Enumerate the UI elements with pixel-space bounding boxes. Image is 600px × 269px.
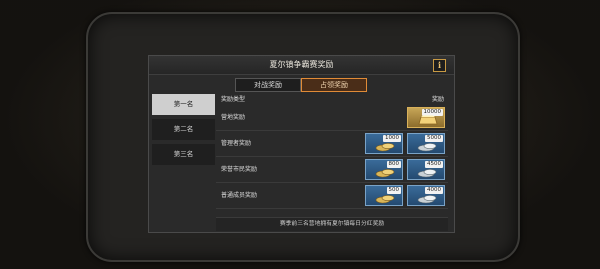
gold-coins-icon: [375, 195, 395, 204]
rank-sidebar: 第一名 第二名 第三名: [152, 94, 215, 214]
bonus-note: 赛季前三名营地拥有夏尔镇每日分红奖励: [216, 217, 448, 231]
row-label: 营地奖励: [221, 114, 246, 121]
silver-coins-icon: [417, 195, 437, 204]
table-row-honor-citizen: 荣誉市民奖励 800 4500: [216, 157, 448, 183]
row-label: 管理者奖励: [221, 140, 252, 147]
silver-coins-icon: [417, 169, 437, 178]
reward-table: 奖励类型 奖励 营地奖励 10000 管理者奖励 1000 5000 荣誉市民奖…: [216, 94, 448, 214]
tab-occupation-rewards[interactable]: 占领奖励: [301, 78, 367, 92]
table-row-manager: 管理者奖励 1000 5000: [216, 131, 448, 157]
reward-slot-gold-coins[interactable]: 1000: [365, 133, 403, 154]
rank-item-third[interactable]: 第三名: [152, 144, 215, 165]
reward-slot-silver-coins[interactable]: 5000: [407, 133, 445, 154]
header-reward-type: 奖励类型: [221, 96, 246, 103]
silver-coins-icon: [417, 143, 437, 152]
gold-bar-icon: [418, 115, 438, 125]
rank-item-first[interactable]: 第一名: [152, 94, 215, 115]
reward-slot-silver-coins[interactable]: 4000: [407, 185, 445, 206]
rewards-panel: 夏尔镇争霸赛奖励 i 对战奖励 占领奖励 第一名 第二名 第三名 奖励类型 奖励…: [148, 55, 455, 233]
reward-slot-gold-coins[interactable]: 800: [365, 159, 403, 180]
reward-slot-gold-bar[interactable]: 10000: [407, 107, 445, 128]
table-header: 奖励类型 奖励: [216, 94, 448, 105]
table-row-camp: 营地奖励 10000: [216, 105, 448, 131]
row-label: 普通成员奖励: [221, 192, 258, 199]
reward-slot-silver-coins[interactable]: 4500: [407, 159, 445, 180]
header-reward: 奖励: [431, 96, 444, 103]
row-label: 荣誉市民奖励: [221, 166, 258, 173]
gold-coins-icon: [375, 169, 395, 178]
info-button[interactable]: i: [433, 59, 446, 72]
panel-title: 夏尔镇争霸赛奖励: [149, 56, 454, 75]
rank-item-second[interactable]: 第二名: [152, 119, 215, 140]
reward-slot-gold-coins[interactable]: 500: [365, 185, 403, 206]
tab-battle-rewards[interactable]: 对战奖励: [235, 78, 301, 92]
table-row-member: 普通成员奖励 500 4000: [216, 183, 448, 209]
gold-coins-icon: [375, 143, 395, 152]
